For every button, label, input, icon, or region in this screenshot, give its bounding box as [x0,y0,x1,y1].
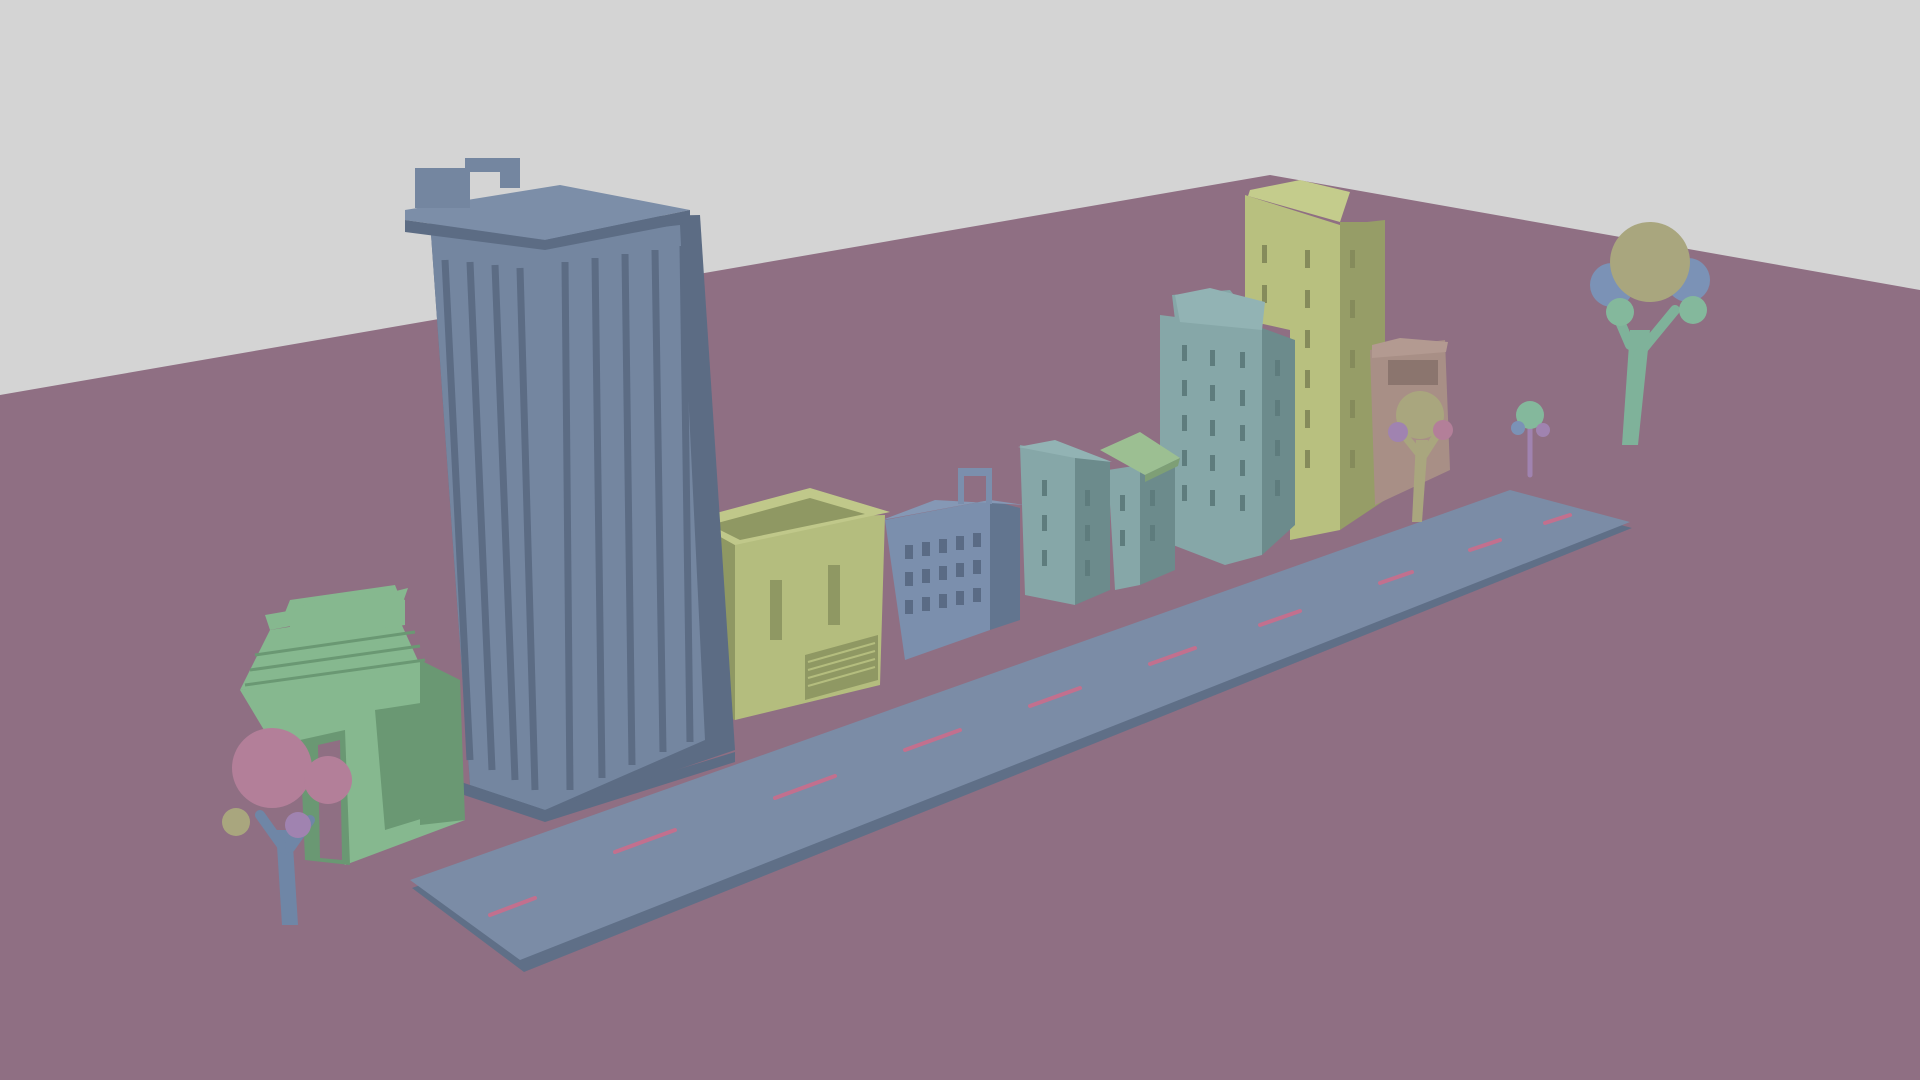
teal-small [1018,440,1112,605]
viewport [0,0,1920,1080]
city-scene [0,0,1920,1080]
